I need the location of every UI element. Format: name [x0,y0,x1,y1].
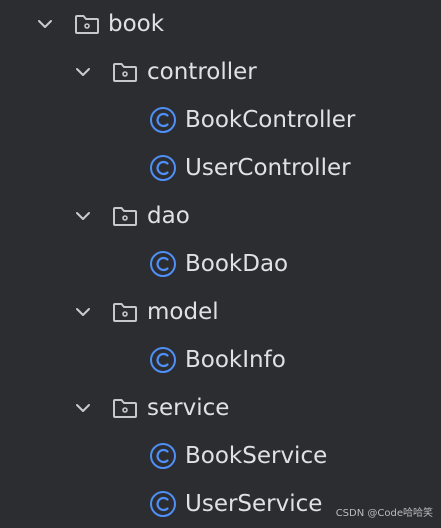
project-tree: book controller BookController UserContr… [0,0,441,526]
tree-node-book-dao[interactable]: BookDao [0,240,441,288]
tree-node-model[interactable]: model [0,288,441,336]
chevron-down-icon[interactable] [72,301,94,323]
tree-node-label: UserService [185,491,323,517]
tree-node-book-info[interactable]: BookInfo [0,336,441,384]
tree-node-label: book [108,11,165,37]
chevron-down-icon[interactable] [72,397,94,419]
tree-node-dao[interactable]: dao [0,192,441,240]
tree-node-label: UserController [185,155,351,181]
tree-node-user-controller[interactable]: UserController [0,144,441,192]
package-folder-icon [110,203,140,229]
tree-node-label: controller [147,59,257,85]
chevron-down-icon[interactable] [72,205,94,227]
tree-node-service[interactable]: service [0,384,441,432]
folder-icon [72,11,102,37]
java-class-icon [148,153,178,183]
chevron-down-icon[interactable] [34,13,56,35]
java-class-icon [148,105,178,135]
package-folder-icon [110,299,140,325]
tree-node-book-controller[interactable]: BookController [0,96,441,144]
tree-node-book[interactable]: book [0,0,441,48]
tree-node-book-service[interactable]: BookService [0,432,441,480]
java-class-icon [148,249,178,279]
tree-node-label: service [147,395,230,421]
tree-node-label: BookController [185,107,356,133]
tree-node-label: dao [147,203,190,229]
package-folder-icon [110,59,140,85]
chevron-down-icon[interactable] [72,61,94,83]
watermark-text: CSDN @Code哈哈笑 [335,508,433,519]
tree-node-label: BookDao [185,251,289,277]
java-class-icon [148,489,178,519]
tree-node-label: model [147,299,219,325]
tree-node-label: BookService [185,443,328,469]
java-class-icon [148,441,178,471]
tree-node-label: BookInfo [185,347,286,373]
java-class-icon [148,345,178,375]
package-folder-icon [110,395,140,421]
tree-node-controller[interactable]: controller [0,48,441,96]
